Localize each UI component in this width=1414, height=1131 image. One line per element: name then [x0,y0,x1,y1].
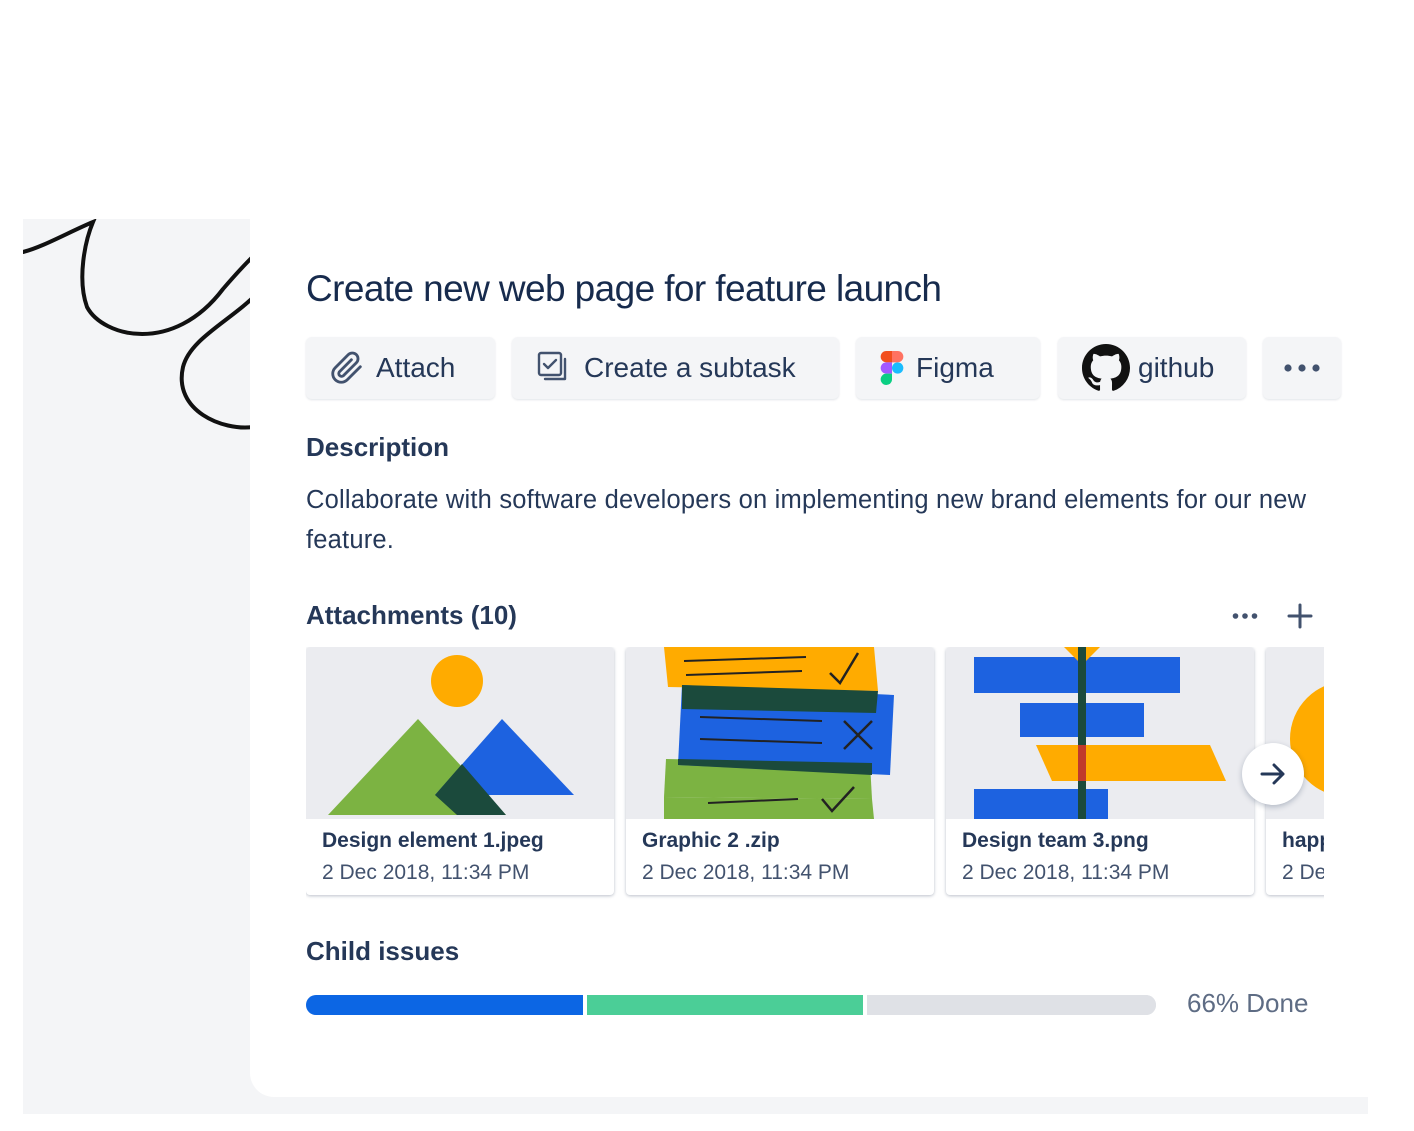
subtask-icon [536,350,572,386]
create-subtask-label: Create a subtask [584,352,796,383]
progress-segment-done [306,995,587,1015]
attachment-thumbnail [946,647,1254,819]
more-actions-button[interactable] [1263,337,1341,399]
figma-label: Figma [916,352,994,383]
attachment-name: Graphic 2 .zip [642,829,780,852]
progress-segment-in-progress [586,995,867,1015]
attachment-thumbnail [626,647,934,819]
attachment-card[interactable]: Design team 3.png 2 Dec 2018, 11:34 PM [946,647,1254,895]
attachments-strip: Design element 1.jpeg 2 Dec 2018, 11:34 … [306,647,1324,903]
attach-button[interactable]: Attach [306,337,495,399]
arrow-right-icon [1258,759,1288,789]
description-heading: Description [306,432,450,462]
attachment-card[interactable]: Graphic 2 .zip 2 Dec 2018, 11:34 PM [626,647,934,895]
attachment-name: Design team 3.png [962,829,1149,852]
figma-button[interactable]: Figma [856,337,1040,399]
attachment-date: 2 Dec 2018, 11:34 PM [642,861,850,884]
attach-label: Attach [376,352,456,383]
attachment-date: 2 De [1282,861,1324,884]
child-issues-heading: Child issues [306,936,460,966]
attachment-name: Design element 1.jpeg [322,829,544,852]
attachment-date: 2 Dec 2018, 11:34 PM [962,861,1170,884]
progress-label: 66% Done [1187,988,1309,1018]
attachment-name: happ [1282,829,1324,852]
decorative-scribble [23,219,287,430]
progress-segment-to-do [867,995,1156,1015]
paperclip-icon [330,351,364,385]
github-logo-icon [1082,344,1130,392]
add-attachment-button[interactable] [1284,600,1316,632]
figma-logo-icon [880,351,904,385]
attachment-date: 2 Dec 2018, 11:34 PM [322,861,530,884]
create-subtask-button[interactable]: Create a subtask [512,337,839,399]
more-icon [1283,363,1321,373]
attachments-more-button[interactable] [1229,600,1261,632]
more-icon [1232,612,1258,620]
child-issues-progress-bar [306,995,1156,1015]
github-button[interactable]: github [1058,337,1246,399]
plus-icon [1287,603,1313,629]
description-text[interactable]: Collaborate with software developers on … [306,480,1316,560]
attachment-card[interactable]: Design element 1.jpeg 2 Dec 2018, 11:34 … [306,647,614,895]
attachments-heading: Attachments (10) [306,600,517,630]
attachment-thumbnail [306,647,614,819]
next-attachments-button[interactable] [1242,743,1304,805]
issue-title: Create new web page for feature launch [306,268,942,309]
github-label: github [1138,352,1215,383]
